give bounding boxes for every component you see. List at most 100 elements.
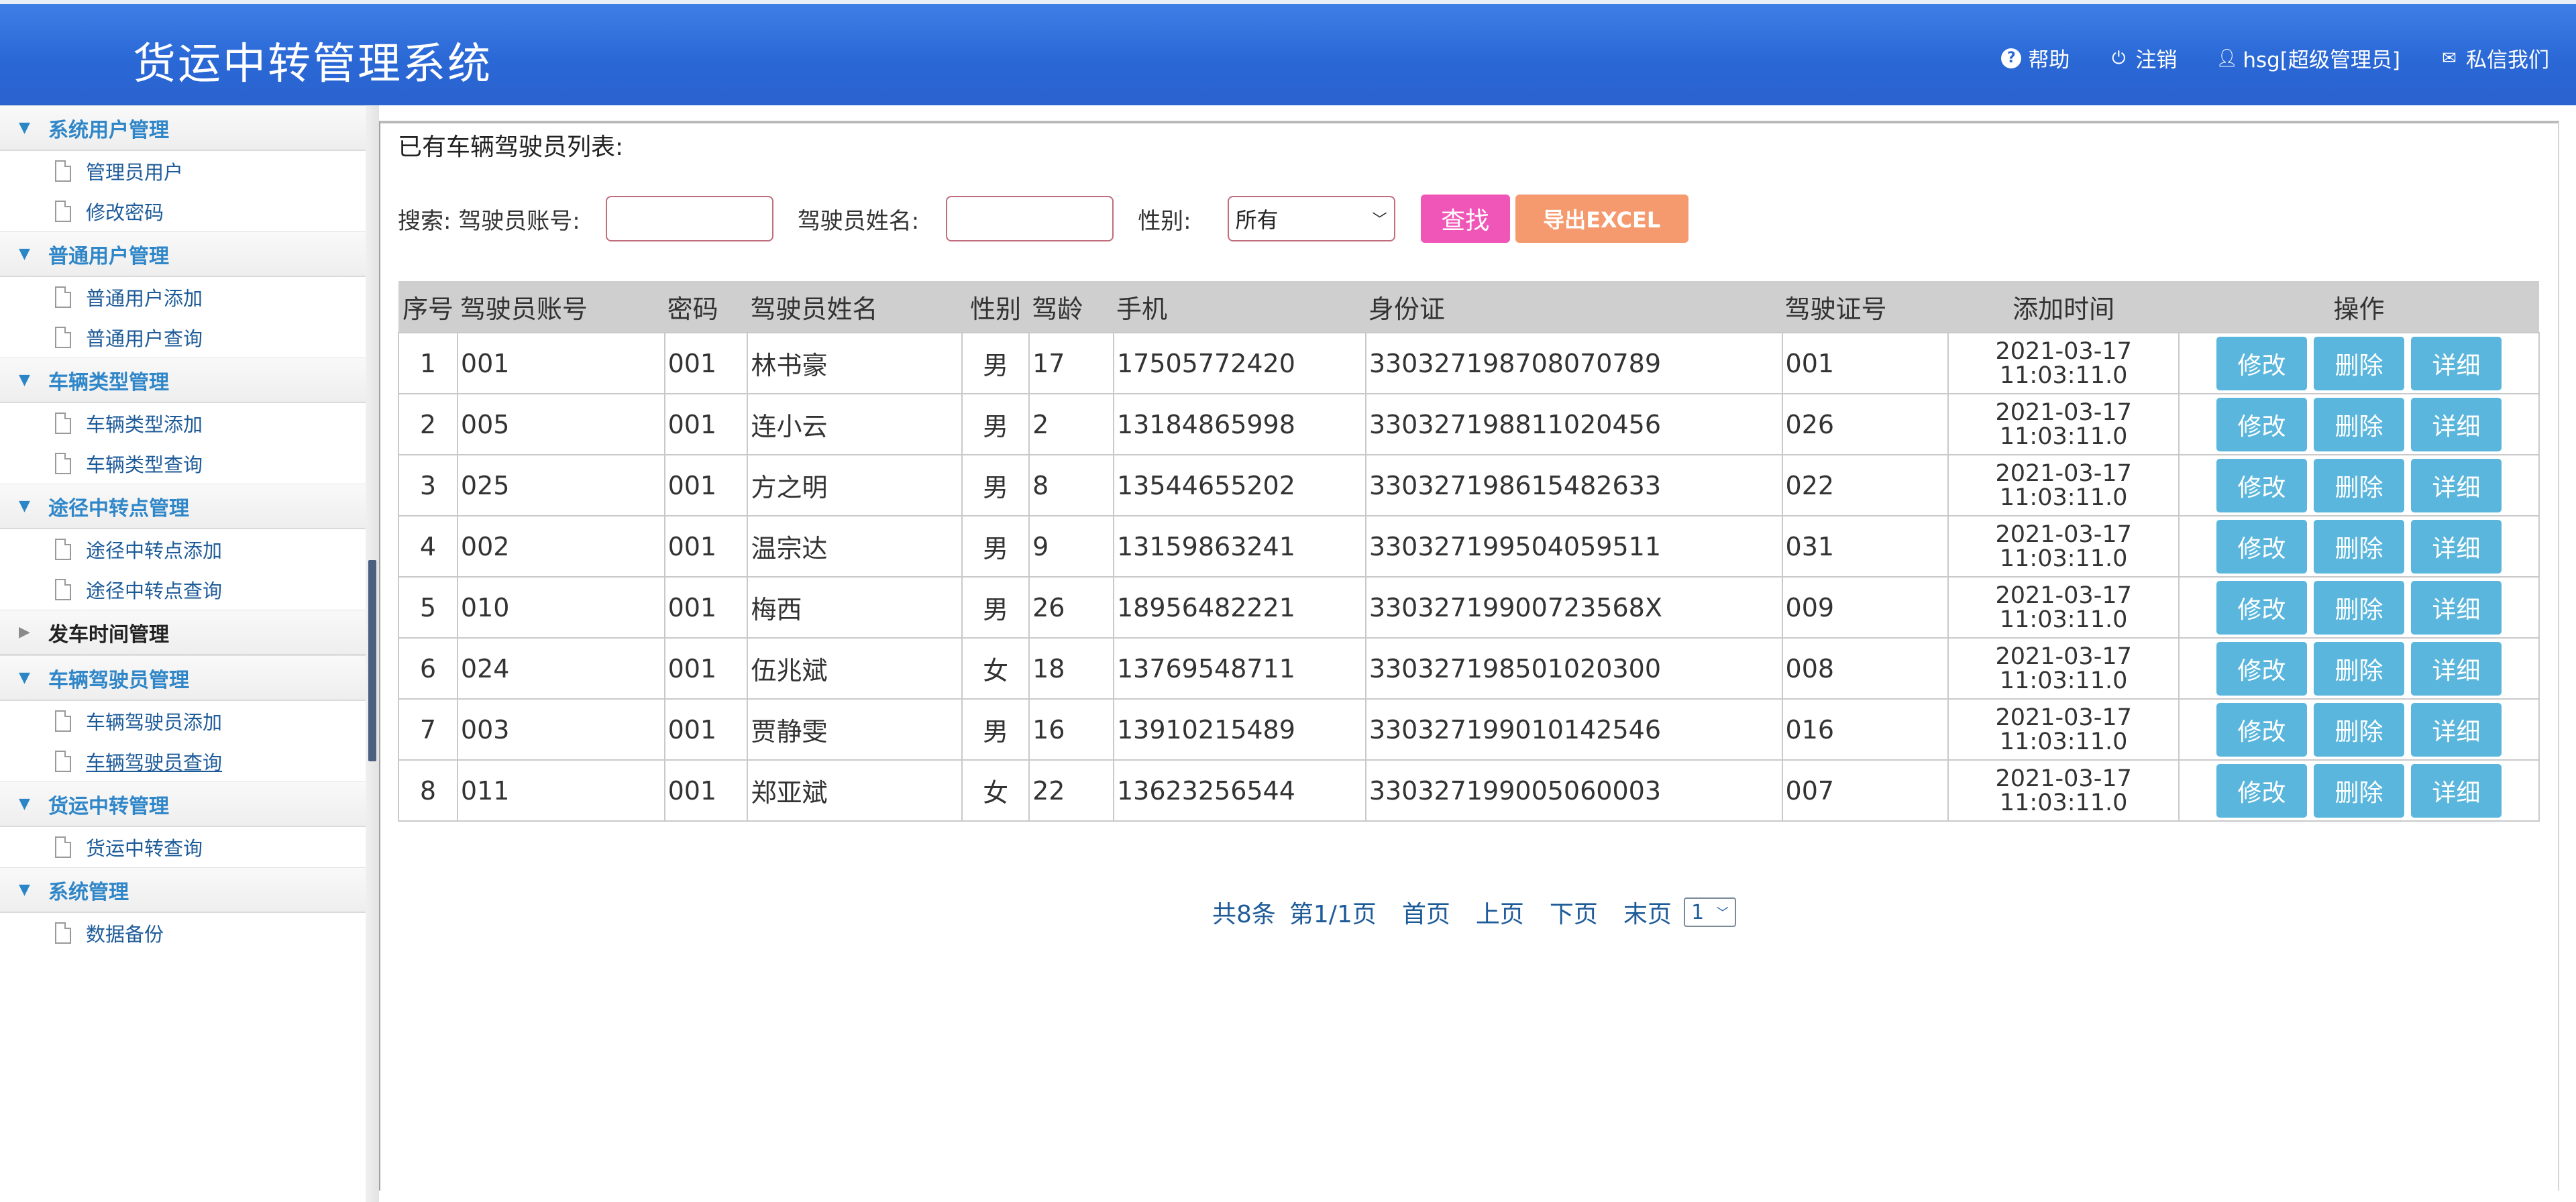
driver-account-input[interactable] (605, 196, 773, 241)
page-select[interactable]: 1 ﹀ (1683, 897, 1736, 927)
edit-button[interactable]: 修改 (2216, 763, 2308, 818)
sidebar-group-drivers[interactable]: ▼ 车辆驾驶员管理 (0, 655, 366, 701)
delete-button[interactable]: 删除 (2314, 641, 2405, 696)
sidebar-item-query-transit-point[interactable]: 途径中转点查询 (0, 569, 366, 610)
contact-link[interactable]: ✉ 私信我们 (2439, 43, 2549, 73)
detail-button[interactable]: 详细 (2411, 336, 2502, 390)
phone-cell: 13623256544 (1112, 759, 1366, 822)
sidebar-group-system-users[interactable]: ▼ 系统用户管理 (0, 105, 366, 151)
page-title: 已有车辆驾驶员列表: (398, 133, 624, 161)
license-no-cell: 007 (1781, 759, 1949, 822)
pager-last-link[interactable]: 末页 (1623, 895, 1672, 930)
sidebar-group-system[interactable]: ▼ 系统管理 (0, 867, 366, 913)
table-row: 8 011 001 郑亚斌女 22 13623256544 3303271990050600… (398, 759, 2540, 822)
sidebar-item-add-vehicle-type[interactable]: 车辆类型添加 (0, 403, 366, 443)
row-actions: 修改 删除 详细 (2182, 397, 2536, 451)
table-row: 7 003 001 贾静雯男 16 13910215489 3303271990101425… (398, 698, 2540, 761)
delete-button[interactable]: 删除 (2314, 397, 2405, 451)
added-date: 2021-03-17 (1995, 643, 2132, 670)
edit-button[interactable]: 修改 (2216, 641, 2308, 696)
delete-button[interactable]: 删除 (2314, 580, 2405, 635)
sidebar-group-label: 货运中转管理 (48, 794, 169, 818)
logout-link[interactable]: ⏻ 注销 (2108, 43, 2177, 73)
gender-select[interactable]: 所有 ﹀ (1227, 196, 1395, 241)
table-row: 5 010 001 梅西男 26 18956482221 33032719900723568… (398, 576, 2540, 639)
gender-cell: 男 (961, 454, 1030, 516)
document-icon (55, 710, 71, 732)
sidebar-item-data-backup[interactable]: 数据备份 (0, 913, 366, 953)
driver-account-cell: 024 (456, 637, 665, 700)
user-link[interactable]: 👤︎ hsg[超级管理员] (2216, 43, 2400, 73)
sidebar-group-vehicle-types[interactable]: ▼ 车辆类型管理 (0, 358, 366, 403)
driver-name-cell: 温宗达 (747, 515, 963, 578)
driver-name-input[interactable] (946, 196, 1114, 241)
splitter-handle[interactable] (368, 560, 376, 761)
added-date: 2021-03-17 (1995, 582, 2132, 609)
edit-button[interactable]: 修改 (2216, 580, 2308, 635)
document-icon (55, 201, 71, 222)
added-time-cell: 2021-03-17 11:03:11.0 (1947, 515, 2180, 578)
added-clock: 11:03:11.0 (1999, 606, 2128, 633)
driver-name-cell: 林书豪 (747, 332, 963, 394)
delete-button[interactable]: 删除 (2314, 458, 2405, 512)
id-card-cell: 330327198615482633 (1364, 454, 1783, 516)
sidebar-group-departure-times[interactable]: ▶ 发车时间管理 (0, 610, 366, 655)
export-excel-button[interactable]: 导出EXCEL (1515, 195, 1688, 243)
help-icon: ? (2001, 48, 2022, 68)
detail-button[interactable]: 详细 (2411, 519, 2502, 573)
pager-prev-link[interactable]: 上页 (1476, 895, 1524, 930)
pager-next-link[interactable]: 下页 (1550, 895, 1598, 930)
col-header: 驾龄 (1029, 281, 1114, 333)
search-bar: 搜索: 驾驶员账号: 驾驶员姓名: 性别: 所有 ﹀ 查找 导出EXCEL (398, 195, 1688, 243)
sidebar-item-query-user[interactable]: 普通用户查询 (0, 317, 366, 358)
detail-button[interactable]: 详细 (2411, 763, 2502, 818)
document-icon (55, 539, 71, 560)
phone-cell: 13910215489 (1112, 698, 1366, 761)
row-index-cell: 5 (398, 576, 458, 639)
sidebar-item-add-user[interactable]: 普通用户添加 (0, 277, 366, 317)
license-no-cell: 001 (1781, 332, 1949, 394)
pager-first-link[interactable]: 首页 (1402, 895, 1450, 930)
sidebar-item-add-driver[interactable]: 车辆驾驶员添加 (0, 701, 366, 741)
license-no-cell: 026 (1781, 393, 1949, 455)
driving-years-cell: 22 (1028, 759, 1114, 822)
help-link[interactable]: ? 帮助 (2001, 43, 2070, 73)
sidebar-item-add-transit-point[interactable]: 途径中转点添加 (0, 529, 366, 569)
col-header: 手机 (1113, 281, 1366, 333)
edit-button[interactable]: 修改 (2216, 519, 2308, 573)
edit-button[interactable]: 修改 (2216, 397, 2308, 451)
sidebar-item-query-driver[interactable]: 车辆驾驶员查询 (0, 741, 366, 781)
delete-button[interactable]: 删除 (2314, 519, 2405, 573)
detail-button[interactable]: 详细 (2411, 641, 2502, 696)
delete-button[interactable]: 删除 (2314, 763, 2405, 818)
delete-button[interactable]: 删除 (2314, 702, 2405, 757)
sidebar-item-query-freight[interactable]: 货运中转查询 (0, 827, 366, 867)
sidebar-item-change-password[interactable]: 修改密码 (0, 191, 366, 231)
find-button[interactable]: 查找 (1420, 195, 1510, 243)
sidebar-item-admin-users[interactable]: 管理员用户 (0, 151, 366, 191)
document-icon (55, 327, 71, 348)
phone-cell: 18956482221 (1112, 576, 1366, 639)
driver-account-cell: 025 (456, 454, 665, 516)
sidebar-group-normal-users[interactable]: ▼ 普通用户管理 (0, 231, 366, 277)
id-card-cell: 330327198501020300 (1364, 637, 1783, 700)
detail-button[interactable]: 详细 (2411, 397, 2502, 451)
detail-button[interactable]: 详细 (2411, 458, 2502, 512)
id-card-cell: 33032719900723568X (1364, 576, 1783, 639)
detail-button[interactable]: 详细 (2411, 702, 2502, 757)
sidebar-group-label: 系统管理 (48, 880, 129, 904)
row-actions: 修改 删除 详细 (2182, 641, 2536, 696)
sidebar-group-transit-points[interactable]: ▼ 途径中转点管理 (0, 484, 366, 529)
edit-button[interactable]: 修改 (2216, 702, 2308, 757)
password-cell: 001 (663, 454, 749, 516)
sidebar-group-freight-transit[interactable]: ▼ 货运中转管理 (0, 781, 366, 827)
delete-button[interactable]: 删除 (2314, 336, 2405, 390)
detail-button[interactable]: 详细 (2411, 580, 2502, 635)
password-cell: 001 (663, 332, 749, 394)
added-clock: 11:03:11.0 (1999, 484, 2128, 511)
driver-name-cell: 方之明 (747, 454, 963, 516)
sidebar-item-query-vehicle-type[interactable]: 车辆类型查询 (0, 443, 366, 484)
added-time-cell: 2021-03-17 11:03:11.0 (1947, 698, 2180, 761)
edit-button[interactable]: 修改 (2216, 336, 2308, 390)
edit-button[interactable]: 修改 (2216, 458, 2308, 512)
